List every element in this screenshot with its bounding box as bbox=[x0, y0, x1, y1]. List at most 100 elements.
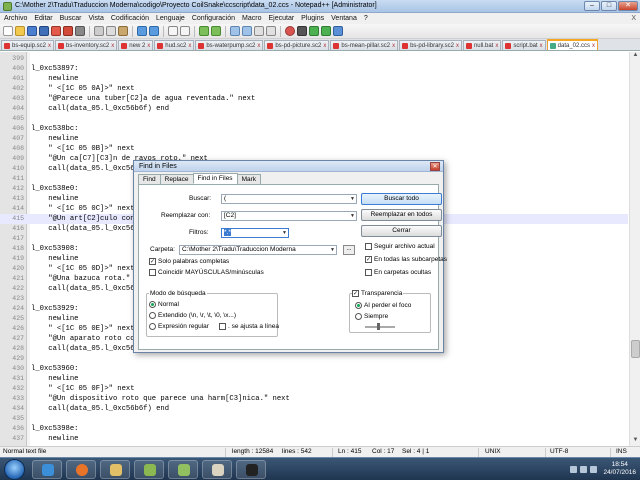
stop-macro-icon[interactable] bbox=[297, 26, 307, 36]
code-line[interactable]: 432 " <[1C 05 0F]>" next bbox=[0, 384, 628, 394]
tab-close-icon[interactable]: x bbox=[188, 43, 191, 49]
tab-data-02[interactable]: data_02.ccs x bbox=[546, 39, 599, 50]
menu-codificacion[interactable]: Codificación bbox=[111, 13, 149, 24]
save-all-icon[interactable] bbox=[39, 26, 49, 36]
on-lose-focus-radio[interactable]: Al perder el foco bbox=[355, 302, 411, 309]
tab-bs-pd-library[interactable]: bs-pd-library.sc2 x bbox=[399, 40, 462, 50]
indent-guide-icon[interactable] bbox=[266, 26, 276, 36]
find-input[interactable]: (▼ bbox=[221, 194, 357, 204]
code-line[interactable]: 405 bbox=[0, 114, 628, 124]
word-wrap-icon[interactable] bbox=[242, 26, 252, 36]
whole-word-checkbox[interactable]: ✓ Solo palabras completas bbox=[149, 258, 229, 265]
dot-newline-checkbox[interactable]: . se ajusta a línea bbox=[219, 323, 279, 330]
code-line[interactable]: 408 " <[1C 05 0B]>" next bbox=[0, 144, 628, 154]
menu-configuracion[interactable]: Configuración bbox=[192, 13, 235, 24]
tab-close-icon[interactable]: x bbox=[392, 43, 395, 49]
tab-close-icon[interactable]: x bbox=[540, 43, 543, 49]
tab-bs-waterpump[interactable]: bs-waterpump.sc2 x bbox=[195, 40, 264, 50]
tab-bs-inventory[interactable]: bs-inventory.sc2 x bbox=[55, 40, 118, 50]
taskbar-explorer-ie[interactable] bbox=[32, 460, 62, 479]
record-macro-icon[interactable] bbox=[285, 26, 295, 36]
code-line[interactable]: 404 call(data_05.l_0xc56b6f) end bbox=[0, 104, 628, 114]
taskbar-firefox[interactable] bbox=[66, 460, 96, 479]
mode-extended-radio[interactable]: Extendido (\n, \r, \t, \0, \x...) bbox=[149, 312, 236, 319]
tab-bs-pd-picture[interactable]: bs-pd-picture.sc2 x bbox=[264, 40, 330, 50]
always-radio[interactable]: Siempre bbox=[355, 313, 388, 320]
cut-icon[interactable] bbox=[94, 26, 104, 36]
chevron-down-icon[interactable]: ▼ bbox=[282, 229, 287, 237]
tab-close-icon[interactable]: x bbox=[592, 43, 595, 49]
redo-icon[interactable] bbox=[149, 26, 159, 36]
code-line[interactable]: 429 bbox=[0, 354, 628, 364]
save-macro-icon[interactable] bbox=[333, 26, 343, 36]
mode-regex-radio[interactable]: Expresión regular bbox=[149, 323, 209, 330]
tab-hud[interactable]: hud.sc2 x bbox=[154, 40, 195, 50]
tray-icon[interactable] bbox=[570, 465, 578, 473]
dialog-close-button[interactable]: ✕ bbox=[430, 162, 440, 171]
show-all-chars-icon[interactable] bbox=[254, 26, 264, 36]
menu-buscar[interactable]: Buscar bbox=[60, 13, 82, 24]
code-line[interactable]: 436 l_0xc5398e: bbox=[0, 424, 628, 434]
open-file-icon[interactable] bbox=[15, 26, 25, 36]
chevron-down-icon[interactable]: ▼ bbox=[350, 212, 355, 220]
chevron-down-icon[interactable]: ▼ bbox=[330, 246, 335, 254]
menu-plugins[interactable]: Plugins bbox=[301, 13, 324, 24]
close-document-button[interactable]: X bbox=[631, 13, 636, 24]
transparency-checkbox[interactable]: ✓ Transparencia bbox=[352, 290, 404, 297]
menu-macro[interactable]: Macro bbox=[242, 13, 261, 24]
folder-input[interactable]: C:\Mother 2\Tradu\Traduccion Moderna ▼ bbox=[179, 245, 337, 255]
mode-normal-radio[interactable]: Normal bbox=[149, 301, 179, 308]
paste-icon[interactable] bbox=[118, 26, 128, 36]
tab-close-icon[interactable]: x bbox=[257, 43, 260, 49]
tab-close-icon[interactable]: x bbox=[111, 43, 114, 49]
tab-find-in-files[interactable]: Find in Files bbox=[192, 173, 238, 184]
code-line[interactable]: 399 bbox=[0, 54, 628, 64]
vertical-scrollbar[interactable]: ▲ ▼ bbox=[629, 52, 640, 446]
replace-in-files-button[interactable]: Reemplazar en todos bbox=[361, 209, 442, 221]
all-subfolders-checkbox[interactable]: ✓ En todas las subcarpetas bbox=[365, 256, 447, 263]
minimize-button[interactable]: ‒ bbox=[584, 1, 600, 11]
save-icon[interactable] bbox=[27, 26, 37, 36]
taskbar-app[interactable] bbox=[202, 460, 232, 479]
taskbar-game[interactable] bbox=[134, 460, 164, 479]
menu-ventana[interactable]: Ventana bbox=[331, 13, 357, 24]
scroll-down-icon[interactable]: ▼ bbox=[631, 437, 640, 446]
code-line[interactable]: 401 newline bbox=[0, 74, 628, 84]
clock[interactable]: 18:54 24/07/2016 bbox=[603, 461, 636, 477]
filters-input[interactable]: *.* ▼ bbox=[221, 228, 289, 238]
browse-folder-button[interactable]: ... bbox=[343, 245, 355, 255]
code-line[interactable]: 407 newline bbox=[0, 134, 628, 144]
slider-knob[interactable] bbox=[377, 323, 380, 330]
print-icon[interactable] bbox=[75, 26, 85, 36]
undo-icon[interactable] bbox=[137, 26, 147, 36]
code-line[interactable]: 433 "@Un dispositivo roto que parece una… bbox=[0, 394, 628, 404]
menu-ejecutar[interactable]: Ejecutar bbox=[268, 13, 294, 24]
code-line[interactable]: 403 "@Parece una tuber[C2]a de agua reve… bbox=[0, 94, 628, 104]
code-line[interactable]: 437 newline bbox=[0, 434, 628, 444]
tab-close-icon[interactable]: x bbox=[147, 43, 150, 49]
tab-close-icon[interactable]: x bbox=[48, 43, 51, 49]
match-case-checkbox[interactable]: Coincidir MAYÚSCULAS/minúsculas bbox=[149, 269, 264, 276]
menu-archivo[interactable]: Archivo bbox=[4, 13, 27, 24]
menu-help[interactable]: ? bbox=[364, 13, 368, 24]
replace-input[interactable]: [C2] ▼ bbox=[221, 211, 357, 221]
tab-close-icon[interactable]: x bbox=[456, 43, 459, 49]
taskbar-notepadpp[interactable] bbox=[168, 460, 198, 479]
find-all-button[interactable]: Buscar todo bbox=[361, 193, 442, 205]
menu-editar[interactable]: Editar bbox=[34, 13, 52, 24]
menu-vista[interactable]: Vista bbox=[88, 13, 103, 24]
taskbar-folder[interactable] bbox=[100, 460, 130, 479]
code-line[interactable]: 406 l_0xc538bc: bbox=[0, 124, 628, 134]
tab-bs-mean-pillar[interactable]: bs-mean-pillar.sc2 x bbox=[330, 40, 399, 50]
copy-icon[interactable] bbox=[106, 26, 116, 36]
menu-lenguaje[interactable]: Lenguaje bbox=[156, 13, 185, 24]
zoom-in-icon[interactable] bbox=[199, 26, 209, 36]
code-line[interactable]: 435 bbox=[0, 414, 628, 424]
close-dialog-button[interactable]: Cerrar bbox=[361, 225, 442, 237]
code-line[interactable]: 400 l_0xc53897: bbox=[0, 64, 628, 74]
zoom-out-icon[interactable] bbox=[211, 26, 221, 36]
follow-current-doc-checkbox[interactable]: Seguir archivo actual bbox=[365, 243, 435, 250]
code-line[interactable]: 431 newline bbox=[0, 374, 628, 384]
transparency-slider[interactable] bbox=[365, 323, 395, 330]
scrollbar-thumb[interactable] bbox=[631, 340, 640, 358]
